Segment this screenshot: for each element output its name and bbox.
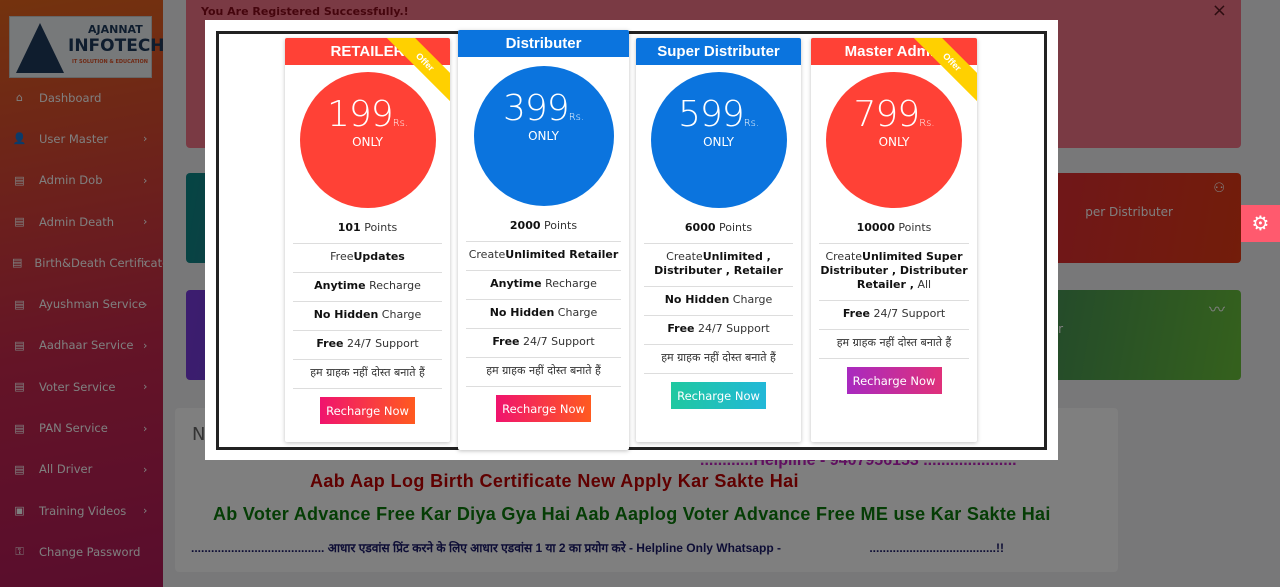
price-value: 799: [853, 94, 920, 135]
feature-text: Create: [468, 248, 506, 261]
settings-gear-icon[interactable]: ⚙: [1241, 205, 1280, 242]
feature-text: 2000: [509, 219, 541, 232]
feature-text: 24/7 Support: [694, 322, 770, 335]
feature-text: Anytime: [314, 279, 366, 292]
plan-feature: 10000 Points: [819, 218, 969, 244]
plan-card-master-admin: Master Admin Offer 799Rs. ONLY 10000 Points C…: [811, 38, 977, 442]
plan-feature: हम ग्राहक नहीं दोस्त बनाते हैं: [819, 330, 969, 359]
price-currency: Rs.: [392, 118, 409, 129]
feature-text: No Hidden: [313, 308, 379, 321]
price-currency: Rs.: [568, 112, 585, 123]
price-circle: 599Rs. ONLY: [650, 72, 787, 208]
plan-feature: No Hidden Charge: [466, 300, 621, 329]
feature-text: Create: [666, 250, 703, 263]
price-value: 399: [502, 88, 570, 129]
plan-feature: CreateUnlimited Retailer: [466, 242, 621, 271]
price-currency: Rs.: [919, 118, 935, 129]
feature-text: No Hidden: [489, 306, 555, 319]
plan-feature: No Hidden Charge: [644, 287, 793, 316]
feature-text: Charge: [729, 293, 773, 306]
feature-text: हम ग्राहक नहीं दोस्त बनाते हैं: [310, 366, 425, 379]
plan-feature: No Hidden Charge: [293, 302, 442, 331]
feature-text: Charge: [378, 308, 422, 321]
pricing-modal: RETAILER Offer 199Rs. ONLY 101 Points FreeUpd…: [205, 20, 1058, 460]
recharge-now-button[interactable]: Recharge Now: [320, 397, 415, 424]
plan-card-retailer: RETAILER Offer 199Rs. ONLY 101 Points FreeUpd…: [285, 38, 450, 442]
price-circle: 399Rs. ONLY: [473, 66, 614, 206]
pricing-frame: RETAILER Offer 199Rs. ONLY 101 Points FreeUpd…: [216, 30, 1047, 450]
plan-feature: CreateUnlimited , Distributer , Retailer: [644, 244, 793, 287]
feature-text: Free: [842, 307, 870, 320]
feature-text: Create: [825, 250, 863, 263]
plan-feature: Anytime Recharge: [466, 271, 621, 300]
plan-feature: 6000 Points: [644, 218, 793, 244]
recharge-now-button[interactable]: Recharge Now: [671, 382, 766, 409]
plan-feature: FreeUpdates: [293, 244, 442, 273]
plan-feature: हम ग्राहक नहीं दोस्त बनाते हैं: [466, 358, 621, 387]
feature-text: Anytime: [490, 277, 542, 290]
feature-text: No Hidden: [664, 293, 730, 306]
feature-text: Recharge: [541, 277, 597, 290]
feature-text: 24/7 Support: [519, 335, 595, 348]
plan-feature: 2000 Points: [466, 216, 621, 242]
feature-text: 6000: [684, 221, 716, 234]
plan-name: Super Distributer: [636, 38, 801, 65]
price-circle: 799Rs. ONLY: [826, 72, 962, 208]
feature-text: 101: [337, 221, 361, 234]
plan-feature: 101 Points: [293, 218, 442, 244]
feature-text: Recharge: [365, 279, 421, 292]
feature-text: All: [913, 278, 932, 291]
plan-feature: CreateUnlimited Super Distributer , Dist…: [819, 244, 969, 301]
plan-name: Distributer: [458, 30, 629, 57]
price-only: ONLY: [352, 135, 383, 149]
plan-feature: Free 24/7 Support: [819, 301, 969, 330]
plan-card-distributer: Distributer 399Rs. ONLY 2000 Points CreateUn…: [458, 30, 629, 450]
feature-text: 24/7 Support: [343, 337, 419, 350]
plan-feature: हम ग्राहक नहीं दोस्त बनाते हैं: [644, 345, 793, 374]
feature-text: हम ग्राहक नहीं दोस्त बनाते हैं: [661, 351, 776, 364]
price-value: 599: [677, 94, 745, 135]
feature-text: हम ग्राहक नहीं दोस्त बनाते हैं: [486, 364, 601, 377]
price-currency: Rs.: [743, 118, 760, 129]
feature-text: 10000: [856, 221, 895, 234]
price-circle: 199Rs. ONLY: [299, 72, 436, 208]
feature-text: Points: [715, 221, 753, 234]
price-only: ONLY: [703, 135, 734, 149]
price-only: ONLY: [878, 135, 910, 149]
feature-text: Free: [316, 337, 344, 350]
feature-text: Points: [540, 219, 578, 232]
plan-feature: Anytime Recharge: [293, 273, 442, 302]
plan-feature: Free 24/7 Support: [466, 329, 621, 358]
plan-card-super-distributer: Super Distributer 599Rs. ONLY 6000 Points Cr…: [636, 38, 801, 442]
feature-text: Points: [360, 221, 398, 234]
feature-text: Updates: [353, 250, 405, 263]
recharge-now-button[interactable]: Recharge Now: [846, 367, 942, 394]
recharge-now-button[interactable]: Recharge Now: [496, 395, 591, 422]
price-value: 199: [326, 94, 394, 135]
feature-text: Unlimited Retailer: [505, 248, 619, 261]
feature-text: Points: [894, 221, 932, 234]
feature-text: Charge: [554, 306, 598, 319]
price-only: ONLY: [528, 129, 559, 143]
feature-text: 24/7 Support: [869, 307, 946, 320]
feature-text: Free: [330, 250, 354, 263]
feature-text: हम ग्राहक नहीं दोस्त बनाते हैं: [836, 336, 952, 349]
feature-text: Free: [667, 322, 695, 335]
plan-feature: Free 24/7 Support: [644, 316, 793, 345]
feature-text: Free: [492, 335, 520, 348]
plan-feature: हम ग्राहक नहीं दोस्त बनाते हैं: [293, 360, 442, 389]
plan-feature: Free 24/7 Support: [293, 331, 442, 360]
